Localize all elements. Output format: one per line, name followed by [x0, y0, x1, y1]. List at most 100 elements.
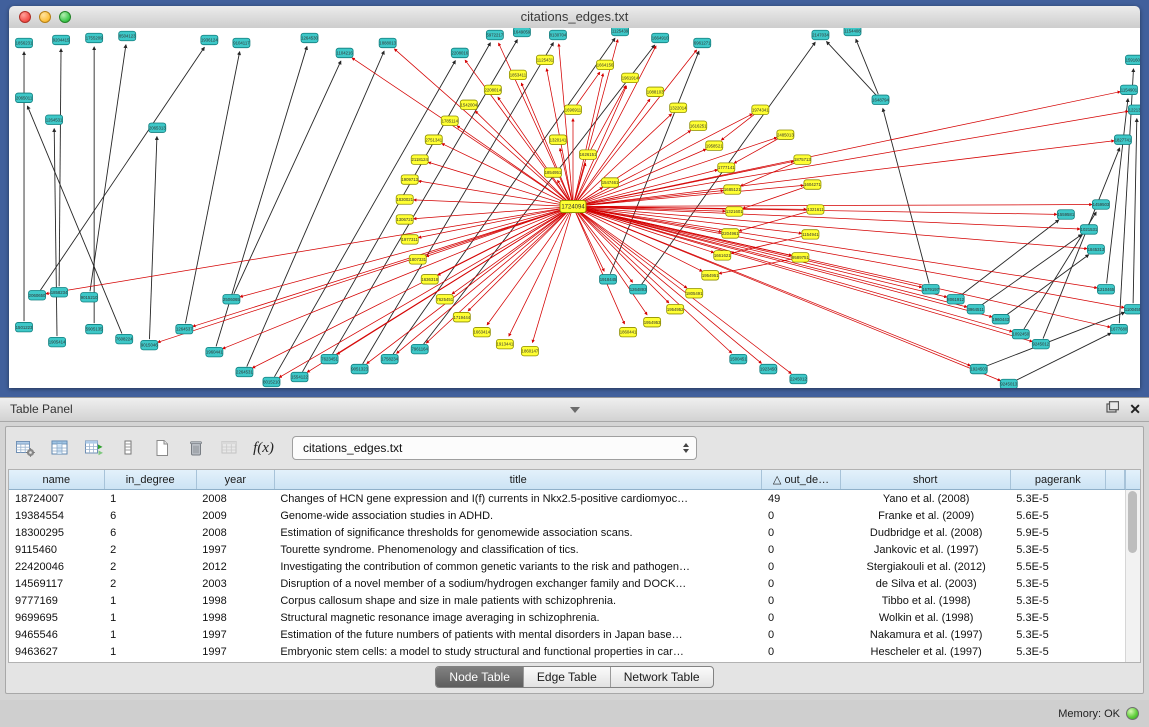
graph-edge[interactable]	[734, 138, 780, 164]
graph-node[interactable]: 1663414	[473, 327, 490, 336]
minimize-window-button[interactable]	[39, 11, 51, 23]
graph-node[interactable]: 1104216	[336, 48, 353, 57]
table-row[interactable]: 969969511998Structural magnetic resonanc…	[9, 609, 1125, 626]
graph-node[interactable]: 5905135	[86, 324, 103, 333]
graph-node[interactable]: 8504123	[119, 31, 136, 40]
table-row[interactable]: 946554611997Estimation of the future num…	[9, 626, 1125, 643]
function-builder-button[interactable]: f(x)	[250, 435, 277, 462]
graph-node[interactable]: 1805491	[686, 289, 703, 298]
graph-node[interactable]: 1092450	[1012, 329, 1029, 338]
graph-node[interactable]: 1856231	[16, 38, 33, 47]
graph-node[interactable]: 1221397	[1128, 105, 1140, 114]
graph-node[interactable]: 1679197	[922, 285, 939, 294]
graph-edge[interactable]	[252, 209, 567, 368]
graph-node[interactable]: 1905414	[49, 337, 66, 346]
graph-node[interactable]: 1554122	[291, 372, 308, 381]
panel-collapse-grip-icon[interactable]	[570, 407, 580, 413]
graph-node[interactable]: 1936124	[201, 35, 218, 44]
graph-node[interactable]: 1321601	[726, 207, 743, 216]
graph-node[interactable]: 1924503	[970, 364, 987, 373]
graph-node[interactable]: 1974341	[752, 105, 769, 114]
graph-node[interactable]: 6961271	[694, 38, 711, 47]
delete-column-button[interactable]	[182, 435, 209, 462]
graph-node[interactable]: 2506065	[223, 295, 240, 304]
graph-edge[interactable]	[367, 210, 568, 363]
graph-node[interactable]: 1322014	[670, 103, 687, 112]
table-row[interactable]: 1938455462009Genome-wide association stu…	[9, 507, 1125, 524]
window-titlebar[interactable]: citations_edges.txt	[9, 6, 1140, 29]
table-row[interactable]: 1456911722003Disruption of a novel membe…	[9, 575, 1125, 592]
graph-node[interactable]: 1858234	[51, 288, 68, 297]
graph-edge[interactable]	[1107, 99, 1128, 284]
graph-node[interactable]: 1909713	[401, 175, 418, 184]
graph-edge[interactable]	[579, 185, 803, 206]
graph-node[interactable]: 1154941	[802, 230, 819, 239]
graph-edge[interactable]	[46, 207, 567, 293]
graph-node[interactable]: 1888013	[379, 38, 396, 47]
graph-node[interactable]: 9015046	[141, 340, 158, 349]
graph-node[interactable]: 1755209	[86, 33, 103, 42]
zoom-window-button[interactable]	[59, 11, 71, 23]
graph-node[interactable]: 1320141	[549, 135, 566, 144]
graph-node[interactable]: 9051323	[351, 364, 368, 373]
graph-node[interactable]: 9589751	[792, 253, 809, 262]
graph-node[interactable]: 9204415	[53, 35, 70, 44]
graph-node[interactable]: 1853411	[509, 70, 526, 79]
graph-node[interactable]: 1088103	[647, 87, 664, 96]
tab-edge-table[interactable]: Edge Table	[524, 667, 611, 687]
graph-edge[interactable]	[158, 208, 567, 342]
graph-node[interactable]: 1306721	[396, 215, 413, 224]
graph-edge[interactable]	[54, 129, 57, 336]
graph-node[interactable]: 7623451	[321, 354, 338, 363]
graph-node[interactable]: 1807331	[409, 255, 426, 264]
network-graph[interactable]: 1856231920441517552098504123206501112645…	[9, 28, 1140, 388]
graph-edge[interactable]	[960, 220, 1058, 296]
graph-node[interactable]: 1913441	[496, 339, 513, 348]
graph-node[interactable]: 1125431	[536, 55, 553, 64]
graph-node[interactable]: 2208016	[451, 48, 468, 57]
graph-node[interactable]: 1758234	[381, 354, 398, 363]
graph-edge[interactable]	[394, 49, 568, 203]
graph-edge[interactable]	[90, 45, 126, 291]
graph-node[interactable]: 1591604	[1125, 55, 1140, 64]
graph-edge[interactable]	[579, 207, 801, 233]
graph-node[interactable]: 1264531	[46, 115, 63, 124]
graph-node[interactable]: 1100455	[1124, 304, 1140, 313]
table-settings-button[interactable]	[12, 435, 39, 462]
column-header-short[interactable]: short	[840, 470, 1010, 490]
graph-node[interactable]: 1977311	[401, 235, 418, 244]
graph-edge[interactable]	[247, 51, 384, 366]
graph-node[interactable]: 1626151	[580, 150, 597, 159]
graph-node[interactable]: 1661621	[714, 251, 731, 260]
graph-edge[interactable]	[185, 52, 239, 324]
graph-node[interactable]: 1777141	[718, 163, 735, 172]
graph-edge[interactable]	[40, 47, 204, 290]
graph-node[interactable]: 1860147	[521, 346, 538, 355]
graph-node[interactable]: 1154901	[1120, 85, 1137, 94]
table-row[interactable]: 977716911998Corpus callosum shape and si…	[9, 592, 1125, 609]
graph-node[interactable]: 2118124	[411, 155, 428, 164]
graph-node[interactable]: 1875713	[794, 155, 811, 164]
graph-edge[interactable]	[579, 208, 1012, 332]
graph-edge[interactable]	[193, 208, 567, 326]
graph-node[interactable]: 2264531	[236, 367, 253, 376]
table-row[interactable]: 1872400712008Changes of HCN gene express…	[9, 490, 1125, 508]
graph-node[interactable]: 8015210	[263, 377, 280, 386]
graph-node[interactable]: 1542004	[460, 100, 477, 109]
table-panel-header[interactable]: Table Panel ✕	[0, 398, 1149, 422]
column-header-year[interactable]: year	[196, 470, 274, 490]
float-panel-icon[interactable]	[1106, 400, 1119, 418]
graph-node[interactable]: 5972217	[486, 30, 503, 39]
graph-node[interactable]: 9245012	[1032, 339, 1049, 348]
graph-edge[interactable]	[981, 235, 1082, 306]
graph-edge[interactable]	[337, 210, 568, 355]
graph-node[interactable]: 1845313	[1087, 245, 1104, 254]
graph-node[interactable]: 1547461	[602, 178, 619, 187]
graph-node[interactable]: 1854951	[544, 168, 561, 177]
import-table-button[interactable]	[216, 435, 243, 462]
graph-edge[interactable]	[223, 209, 568, 349]
graph-node[interactable]: 1210465	[1097, 285, 1114, 294]
graph-edge[interactable]	[856, 39, 878, 94]
graph-node[interactable]: 1500451	[730, 354, 747, 363]
show-rows-button[interactable]	[114, 435, 141, 462]
